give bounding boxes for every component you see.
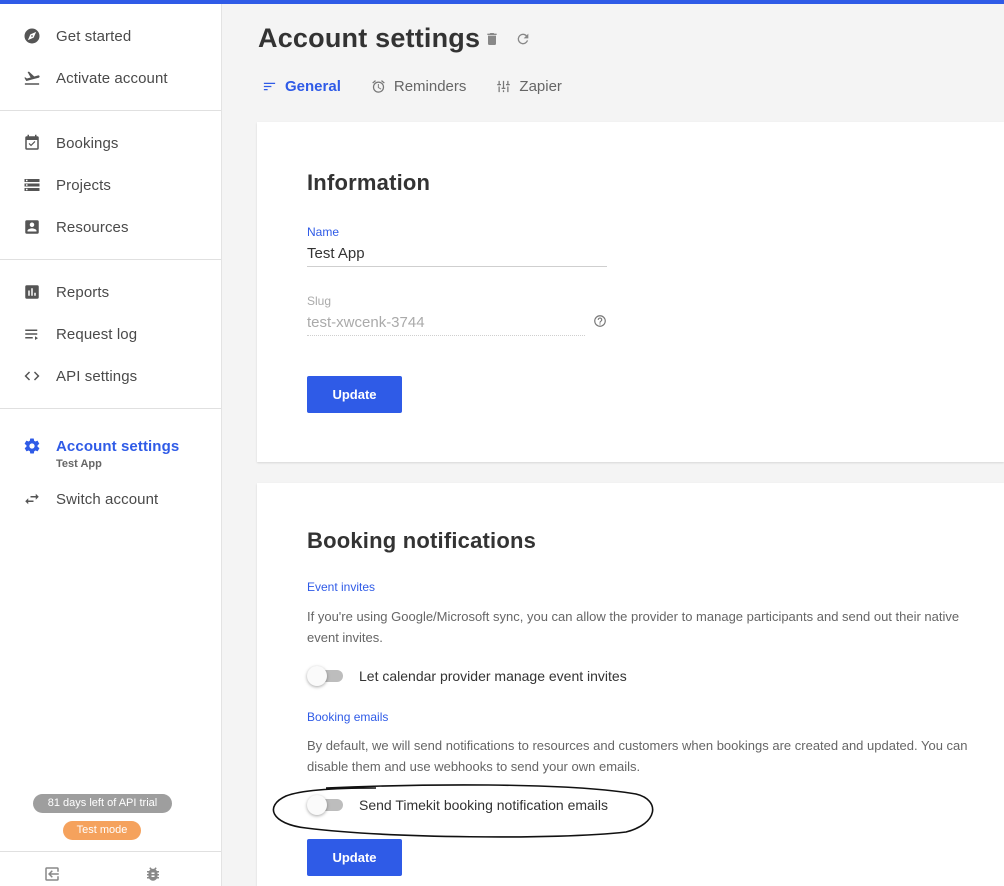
sidebar-item-label: Request log [56, 325, 138, 343]
sidebar-item-label: Switch account [56, 490, 159, 508]
update-notifications-button[interactable]: Update [307, 839, 402, 876]
sidebar-item-label: API settings [56, 367, 138, 385]
bar-chart-icon [23, 283, 41, 301]
sidebar-item-request-log[interactable]: Request log [0, 313, 221, 355]
booking-emails-label: Booking emails [307, 710, 389, 724]
sidebar-item-label: Activate account [56, 69, 168, 87]
name-field[interactable]: Test App [307, 245, 607, 267]
sidebar-footer [0, 851, 221, 886]
event-invites-label: Event invites [307, 580, 376, 594]
help-icon[interactable] [593, 314, 607, 328]
slug-field: test-xwcenk-3744 [307, 314, 585, 336]
sidebar-item-label: Resources [56, 218, 129, 236]
tab-general[interactable]: General [262, 78, 341, 95]
sidebar-item-label: Get started [56, 27, 132, 45]
sidebar-item-switch-account[interactable]: Switch account [0, 478, 221, 520]
sidebar-item-activate-account[interactable]: Activate account [0, 57, 221, 99]
person-box-icon [23, 218, 41, 236]
information-card: Information Name Test App Slug test-xwce… [257, 122, 1004, 462]
tab-label: General [285, 78, 341, 95]
booking-notifications-card: Booking notifications Event invites If y… [257, 483, 1004, 886]
sidebar-item-bookings[interactable]: Bookings [0, 122, 221, 164]
sidebar-item-projects[interactable]: Projects [0, 164, 221, 206]
sidebar-item-label: Projects [56, 176, 111, 194]
tab-bar: General Reminders Zapier [262, 78, 592, 95]
event-invites-toggle[interactable] [307, 666, 345, 686]
storage-icon [23, 176, 41, 194]
bug-icon[interactable] [144, 865, 162, 883]
booking-emails-toggle[interactable] [307, 795, 345, 815]
tab-label: Zapier [519, 78, 562, 95]
compass-icon [23, 27, 41, 45]
tune-icon [497, 80, 511, 93]
code-icon [23, 367, 41, 385]
toggle-knob [307, 666, 327, 686]
refresh-icon[interactable] [515, 31, 531, 47]
sidebar-item-resources[interactable]: Resources [0, 206, 221, 248]
swap-icon [23, 490, 41, 508]
list-icon [23, 325, 41, 343]
airplane-takeoff-icon [23, 69, 41, 87]
calendar-check-icon [23, 134, 41, 152]
sidebar-item-api-settings[interactable]: API settings [0, 355, 221, 397]
nav-group-start: Get started Activate account [0, 4, 221, 111]
sidebar-item-get-started[interactable]: Get started [0, 15, 221, 57]
update-info-button[interactable]: Update [307, 376, 402, 413]
trash-icon[interactable] [484, 31, 500, 47]
nav-group-data: Bookings Projects Resources [0, 111, 221, 260]
booking-emails-toggle-label: Send Timekit booking notification emails [359, 797, 609, 813]
event-invites-toggle-label: Let calendar provider manage event invit… [359, 668, 627, 684]
slug-label: Slug [307, 294, 332, 308]
sidebar-item-reports[interactable]: Reports [0, 271, 221, 313]
gear-icon [23, 437, 41, 455]
sidebar-item-label: Reports [56, 283, 110, 301]
booking-emails-description: By default, we will send notifications t… [307, 738, 968, 774]
tab-reminders[interactable]: Reminders [371, 78, 467, 95]
exit-icon[interactable] [43, 865, 61, 883]
trial-badge: 81 days left of API trial [33, 794, 172, 813]
sidebar-item-label: Bookings [56, 134, 119, 152]
event-invites-description: If you're using Google/Microsoft sync, y… [307, 609, 960, 645]
test-mode-badge: Test mode [63, 821, 141, 840]
alarm-icon [372, 80, 385, 93]
nav-group-account: Account settings Test App Switch account [0, 409, 221, 531]
tab-zapier[interactable]: Zapier [496, 78, 562, 95]
sidebar: Get started Activate account Bookings Pr… [0, 4, 222, 886]
page-title: Account settings [258, 23, 481, 53]
notifications-title: Booking notifications [307, 528, 537, 553]
name-label: Name [307, 225, 340, 239]
toggle-knob [307, 795, 327, 815]
information-title: Information [307, 170, 431, 195]
sidebar-item-label: Account settings [56, 437, 180, 455]
tab-label: Reminders [393, 78, 467, 95]
account-subtitle: Test App [56, 458, 102, 470]
nav-group-tools: Reports Request log API settings [0, 260, 221, 409]
sort-icon [263, 82, 276, 91]
main-content: Account settings General Reminders Zapie… [222, 4, 1004, 886]
